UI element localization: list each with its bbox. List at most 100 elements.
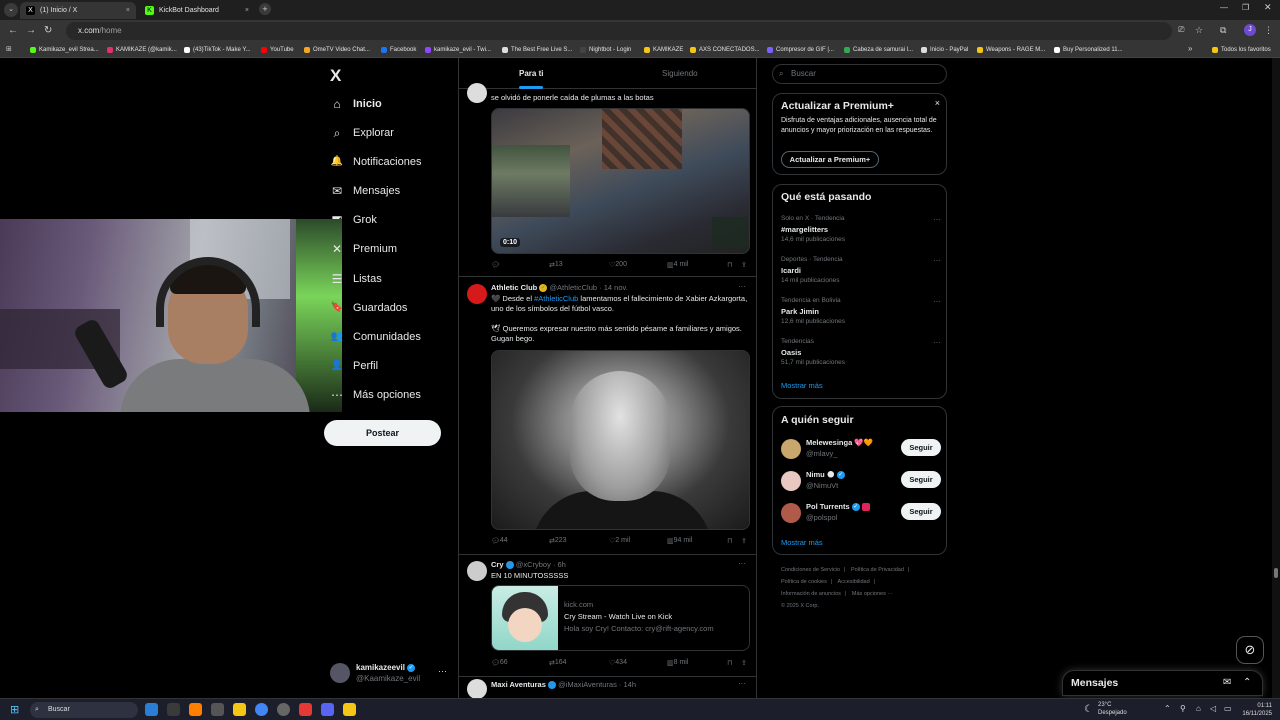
trend-item[interactable]: Deportes · Tendencia Icardi 14 mil publica…	[781, 256, 941, 290]
more-icon[interactable]: ···	[933, 215, 941, 224]
app-icon[interactable]	[299, 703, 312, 716]
more-icon[interactable]: ···	[933, 256, 941, 265]
more-icon[interactable]: ···	[438, 666, 447, 676]
bookmark-item[interactable]: Buy Personalized 11...	[1054, 45, 1123, 55]
bookmark-item[interactable]: Kamikaze_evil Strea...	[30, 45, 99, 55]
retweet-button[interactable]: ⇄ 13	[549, 261, 563, 269]
follow-button[interactable]: Seguir	[901, 471, 941, 488]
follow-suggestion[interactable]: Pol Turrents ✓ @polspol Seguir	[781, 501, 941, 529]
like-button[interactable]: ♡ 434	[609, 659, 627, 667]
obs-icon[interactable]	[277, 703, 290, 716]
footer-link[interactable]: Más opciones ···	[852, 591, 893, 597]
edge-icon[interactable]	[145, 703, 158, 716]
menu-kebab-icon[interactable]: ⋮	[1264, 25, 1273, 36]
views-button[interactable]: ▥ 8 mil	[667, 659, 688, 667]
scrollbar-thumb[interactable]	[1274, 568, 1278, 578]
bookmark-item[interactable]: YouTube	[261, 45, 294, 55]
bookmark-item[interactable]: AXS CONECTADOS...	[690, 45, 760, 55]
follow-button[interactable]: Seguir	[901, 503, 941, 520]
app-icon[interactable]	[189, 703, 202, 716]
chrome-icon[interactable]	[255, 703, 268, 716]
address-bar[interactable]: x.com/home	[66, 22, 1172, 40]
bookmark-icon[interactable]: ⊓	[727, 537, 732, 545]
follow-suggestion[interactable]: Melewesinga 💖🧡 @mlavy_ Seguir	[781, 437, 941, 465]
bookmark-star-icon[interactable]: ☆	[1195, 25, 1203, 36]
bookmark-item[interactable]: OmeTV Video Chat...	[304, 45, 370, 55]
reply-button[interactable]: 💬︎	[491, 261, 500, 269]
bookmarks-overflow-icon[interactable]: »	[1188, 44, 1192, 53]
expand-icon[interactable]: ⌃	[1243, 677, 1251, 688]
taskbar-search[interactable]: ⌕ Buscar	[30, 702, 138, 718]
link-card[interactable]: kick.com Cry Stream - Watch Live on Kick…	[491, 585, 750, 651]
upgrade-premium-button[interactable]: Actualizar a Premium+	[781, 151, 879, 168]
more-icon[interactable]: ···	[738, 679, 746, 688]
reload-icon[interactable]: ↻	[44, 25, 52, 36]
tray-chevron-icon[interactable]: ⌃	[1164, 704, 1171, 713]
grok-button[interactable]: ⊘	[1236, 636, 1264, 664]
show-more-link[interactable]: Mostrar más	[781, 381, 823, 390]
new-message-icon[interactable]: ✉	[1223, 677, 1231, 688]
tab-x-home[interactable]: X (1) Inicio / X ×	[20, 2, 136, 19]
back-icon[interactable]: ←	[8, 25, 18, 36]
messages-drawer[interactable]: Mensajes ✉ ⌃	[1062, 670, 1263, 696]
trend-item[interactable]: Solo en X · Tendencia #margelitters 14,6 m…	[781, 215, 941, 249]
bookmark-item[interactable]: kamikaze_evil - Twi...	[425, 45, 491, 55]
footer-link[interactable]: Accesibilidad	[838, 579, 870, 585]
views-button[interactable]: ▥ 4 mil	[667, 261, 688, 269]
search-input[interactable]: ⌕ Buscar	[772, 64, 947, 84]
share-icon[interactable]: ⇪	[741, 537, 747, 545]
more-icon[interactable]: ···	[933, 338, 941, 347]
bookmark-item[interactable]: Cabeza de samurai l...	[844, 45, 913, 55]
home-timeline[interactable]: Para ti Siguiendo se olvidó de ponerle c…	[458, 58, 757, 698]
cast-icon[interactable]: ⎚	[1178, 25, 1184, 35]
discord-icon[interactable]	[321, 703, 334, 716]
more-icon[interactable]: ···	[738, 559, 746, 568]
bookmark-item[interactable]: Facebook	[381, 45, 416, 55]
app-icon[interactable]	[211, 703, 224, 716]
account-switcher[interactable]: kamikazeevil ✓ @Kaamikaze_evil ···	[330, 661, 450, 687]
show-more-link[interactable]: Mostrar más	[781, 538, 823, 547]
reply-button[interactable]: 💬︎ 66	[491, 659, 508, 667]
all-bookmarks[interactable]: Todos los favoritos	[1212, 45, 1271, 55]
app-icon[interactable]	[343, 703, 356, 716]
windows-start-icon[interactable]: ⊞	[10, 704, 22, 716]
footer-link[interactable]: Condiciones de Servicio	[781, 567, 840, 573]
restore-window-icon[interactable]: ❐	[1242, 3, 1249, 12]
views-button[interactable]: ▥ 94 mil	[667, 537, 692, 545]
bookmark-icon[interactable]: ⊓	[727, 659, 732, 667]
tweet-photo[interactable]	[491, 350, 750, 530]
bookmark-item[interactable]: Inicio - PayPal	[921, 45, 968, 55]
network-icon[interactable]: ⌂	[1196, 704, 1201, 713]
profile-avatar[interactable]: J	[1244, 24, 1256, 36]
tweet[interactable]: Cry ✓ @xCryboy · 6h ··· EN 10 MINUTOSSSS…	[459, 555, 756, 677]
battery-icon[interactable]: ▭	[1224, 704, 1232, 713]
apps-grid-icon[interactable]: ⊞	[6, 45, 12, 53]
volume-icon[interactable]: ◁	[1210, 704, 1216, 713]
tab-following[interactable]: Siguiendo	[662, 58, 698, 89]
share-icon[interactable]: ⇪	[741, 261, 747, 269]
like-button[interactable]: ♡ 2 mil	[609, 537, 630, 545]
bookmark-item[interactable]: KAMIKAZE	[644, 45, 683, 55]
bookmark-item[interactable]: The Best Free Live S...	[502, 45, 572, 55]
post-button[interactable]: Postear	[324, 420, 441, 446]
tweet-video[interactable]: 0:10	[491, 108, 750, 254]
more-icon[interactable]: ···	[933, 297, 941, 306]
bookmark-item[interactable]: Weapons - RAGE M...	[977, 45, 1045, 55]
share-icon[interactable]: ⇪	[741, 659, 747, 667]
bookmark-item[interactable]: KAMIKAZE (@kamik...	[107, 45, 177, 55]
close-icon[interactable]: ×	[935, 98, 940, 108]
bookmark-icon[interactable]: ⊓	[727, 261, 732, 269]
reply-button[interactable]: 💬︎ 44	[491, 537, 508, 545]
like-button[interactable]: ♡ 200	[609, 261, 627, 269]
tab-for-you[interactable]: Para ti	[519, 58, 544, 89]
close-tab-icon[interactable]: ×	[126, 2, 130, 19]
tab-search-button[interactable]: ⌄	[4, 3, 18, 17]
minimize-window-icon[interactable]: —	[1220, 3, 1228, 12]
hashtag-link[interactable]: #AthleticClub	[534, 294, 578, 303]
footer-link[interactable]: Política de cookies	[781, 579, 827, 585]
follow-button[interactable]: Seguir	[901, 439, 941, 456]
bookmark-item[interactable]: (43)TikTok - Make Y...	[184, 45, 251, 55]
app-icon[interactable]	[167, 703, 180, 716]
footer-link[interactable]: Política de Privacidad	[851, 567, 904, 573]
page-scrollbar[interactable]	[1272, 58, 1280, 698]
